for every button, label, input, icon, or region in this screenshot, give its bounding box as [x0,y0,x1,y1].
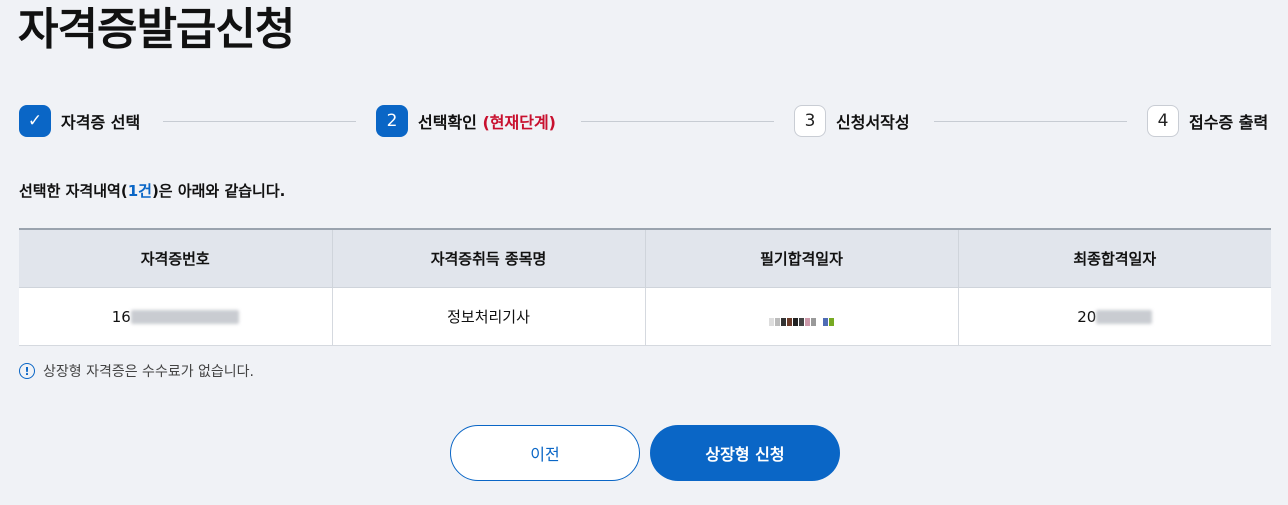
info-circle-icon: ! [19,363,35,379]
step-3-number: 3 [794,105,826,137]
step-4: 4 접수증 출력 [1147,105,1268,137]
page-title: 자격증발급신청 [18,4,295,55]
step-1: ✓ 자격증 선택 [19,105,140,137]
summary-prefix: 선택한 자격내역( [19,182,128,200]
table-row: 16 정보처리기사 20 [19,287,1271,346]
check-icon: ✓ [19,105,51,137]
header-written-date: 필기합격일자 [645,229,959,288]
apply-certificate-button[interactable]: 상장형 신청 [650,425,840,481]
step-4-label: 접수증 출력 [1189,113,1269,132]
progress-stepper: ✓ 자격증 선택 2 선택확인 (현재단계) 3 신청서작성 4 접수증 출력 [19,105,1272,137]
fee-notice: ! 상장형 자격증은 수수료가 없습니다. [19,361,254,381]
written-date-cell [645,287,959,346]
step-1-label: 자격증 선택 [61,113,141,132]
step-divider [163,121,356,122]
cert-number-cell: 16 [19,287,333,346]
certificate-table: 자격증번호 자격증취득 종목명 필기합격일자 최종합격일자 16 정보처리기사 … [19,228,1271,346]
step-divider [934,121,1127,122]
summary-suffix: )은 아래와 같습니다. [151,182,286,200]
table-header-row: 자격증번호 자격증취득 종목명 필기합격일자 최종합격일자 [19,229,1271,288]
step-2: 2 선택확인 (현재단계) [376,105,556,137]
redacted-pixels [768,312,835,326]
prev-button[interactable]: 이전 [450,425,640,481]
subject-cell: 정보처리기사 [332,287,646,346]
redacted-blur [1096,310,1153,324]
notice-text: 상장형 자격증은 수수료가 없습니다. [43,364,254,380]
selection-count: 1건 [127,182,152,200]
step-3-label: 신청서작성 [836,113,910,132]
step-2-label-text: 선택확인 [418,113,477,132]
step-4-number: 4 [1147,105,1179,137]
redacted-blur [130,310,239,324]
final-date-cell: 20 [958,287,1271,346]
current-step-marker: (현재단계) [482,113,556,132]
selection-summary: 선택한 자격내역(1건)은 아래와 같습니다. [19,180,285,201]
step-3: 3 신청서작성 [794,105,910,137]
step-divider [581,121,774,122]
step-2-label: 선택확인 (현재단계) [418,109,556,133]
header-final-date: 최종합격일자 [958,229,1271,288]
step-2-number: 2 [376,105,408,137]
cert-number-visible: 16 [111,307,131,326]
final-date-visible: 20 [1077,307,1097,326]
header-subject: 자격증취득 종목명 [332,229,646,288]
header-cert-number: 자격증번호 [19,229,333,288]
